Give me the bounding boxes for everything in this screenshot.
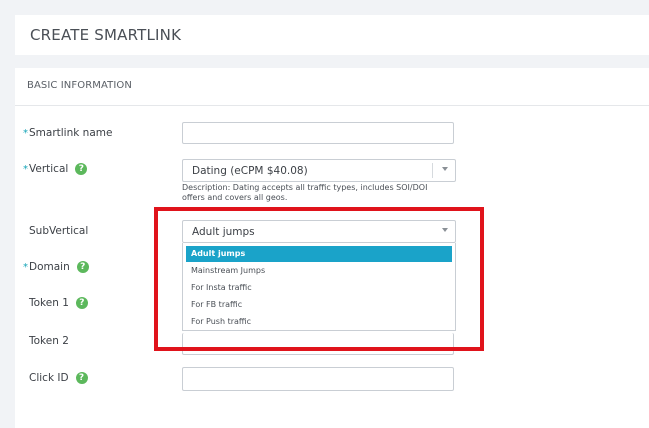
click-id-label-text: Click ID [29, 372, 69, 384]
vertical-select-value: Dating (eCPM $40.08) [192, 165, 308, 177]
domain-label-text: Domain [29, 261, 70, 273]
help-icon[interactable]: ? [75, 297, 88, 309]
help-icon[interactable]: ? [76, 261, 89, 273]
chevron-down-icon[interactable] [442, 167, 448, 171]
vertical-label: * Vertical ? [23, 163, 88, 175]
help-icon[interactable]: ? [75, 163, 88, 175]
smartlink-name-label: * Smartlink name [23, 127, 112, 139]
subvertical-label: SubVertical [29, 225, 88, 237]
select-separator [432, 163, 433, 178]
required-marker: * [23, 163, 28, 175]
required-marker: * [23, 127, 28, 139]
annotation-highlight-box [154, 207, 484, 351]
token2-label-text: Token 2 [29, 335, 69, 347]
required-marker: * [23, 261, 28, 273]
header-panel: CREATE SMARTLINK [15, 15, 649, 55]
section-divider [15, 105, 649, 106]
vertical-description: Description: Dating accepts all traffic … [182, 183, 428, 202]
token1-label: Token 1 ? [29, 297, 88, 309]
domain-label: * Domain ? [23, 261, 89, 273]
smartlink-name-input[interactable] [182, 122, 454, 144]
click-id-label: Click ID ? [29, 372, 88, 384]
vertical-label-text: Vertical [29, 163, 69, 175]
smartlink-name-label-text: Smartlink name [29, 127, 113, 139]
page-title: CREATE SMARTLINK [30, 26, 182, 44]
subvertical-label-text: SubVertical [29, 225, 89, 237]
vertical-select[interactable]: Dating (eCPM $40.08) [182, 159, 456, 182]
section-title: BASIC INFORMATION [27, 80, 132, 91]
click-id-input[interactable] [182, 367, 454, 391]
help-icon[interactable]: ? [75, 372, 88, 384]
token1-label-text: Token 1 [29, 297, 69, 309]
token2-label: Token 2 [29, 335, 69, 347]
